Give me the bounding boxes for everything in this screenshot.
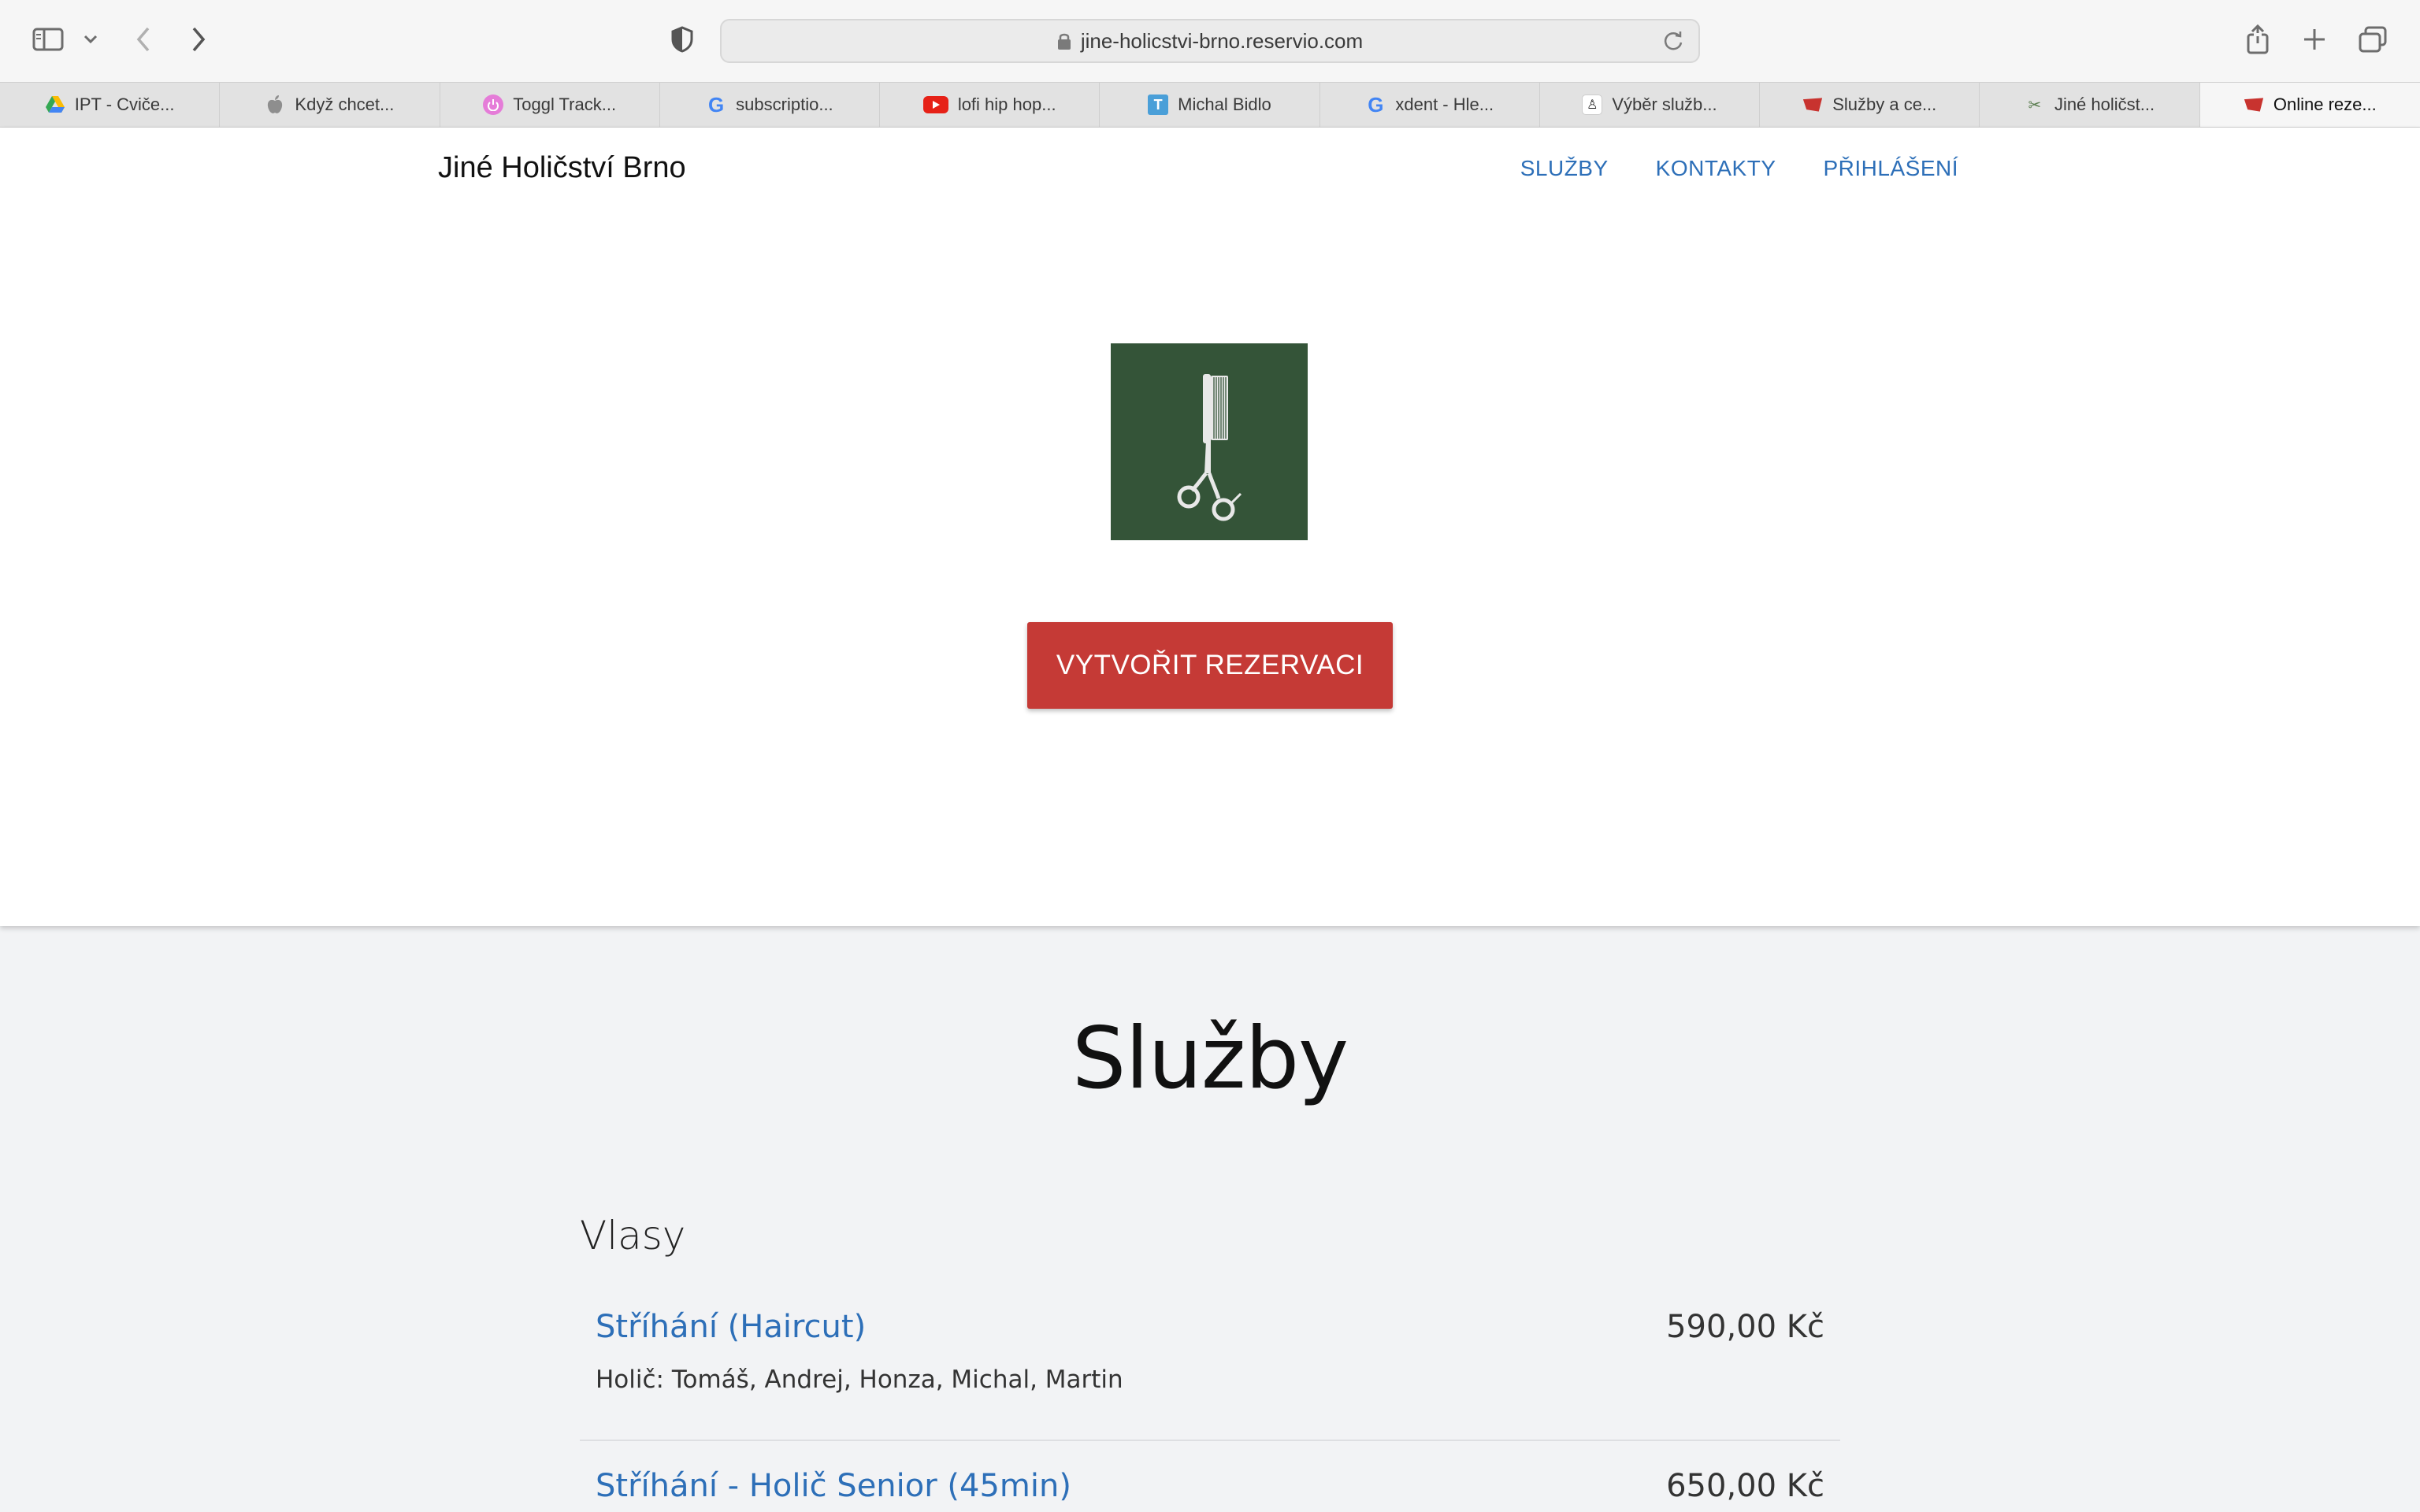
- privacy-shield-icon[interactable]: [666, 17, 698, 61]
- tab-10[interactable]: ✂ Jiné holičst...: [1980, 83, 2200, 127]
- tab-11-active[interactable]: Online reze...: [2199, 83, 2420, 127]
- barbershop-logo: [1111, 343, 1308, 540]
- tab-7[interactable]: G xdent - Hle...: [1320, 83, 1540, 127]
- toggl-icon: [483, 94, 504, 115]
- tab-overview-icon[interactable]: [2355, 17, 2390, 61]
- youtube-icon: [922, 96, 948, 113]
- service-divider: [580, 1440, 1840, 1441]
- tab-label: Michal Bidlo: [1178, 94, 1271, 114]
- tab-6[interactable]: T Michal Bidlo: [1100, 83, 1320, 127]
- service-name[interactable]: Stříhání - Holič Senior (45min): [596, 1468, 1071, 1504]
- create-reservation-button[interactable]: VYTVOŘIT REZERVACI: [1027, 622, 1393, 709]
- back-icon[interactable]: [128, 17, 159, 61]
- tab-label: subscriptio...: [736, 94, 833, 114]
- tab-label: Služby a ce...: [1832, 94, 1937, 114]
- tab-label: Jiné holičst...: [2054, 94, 2155, 114]
- chevron-down-icon[interactable]: [79, 17, 102, 61]
- tab-label: Online reze...: [2273, 94, 2377, 114]
- reservio-icon: [2244, 94, 2264, 115]
- category-heading: Vlasy: [580, 1213, 686, 1258]
- tab-label: lofi hip hop...: [957, 94, 1056, 114]
- address-bar[interactable]: jine-holicstvi-brno.reservio.com: [720, 19, 1700, 63]
- tab-label: Výběr služb...: [1612, 94, 1717, 114]
- browser-toolbar: jine-holicstvi-brno.reservio.com: [0, 0, 2420, 82]
- tab-label: Toggl Track...: [513, 94, 617, 114]
- page-content: Jiné Holičství Brno SLUŽBY KONTAKTY PŘIH…: [0, 128, 2420, 1512]
- tab-1[interactable]: IPT - Cviče...: [0, 83, 221, 127]
- nav-contacts[interactable]: KONTAKTY: [1656, 156, 1776, 181]
- reservio-icon: [1802, 94, 1823, 115]
- google-icon: G: [1368, 92, 1384, 117]
- nav-services[interactable]: SLUŽBY: [1520, 156, 1609, 181]
- sidebar-toggle-icon[interactable]: [28, 17, 68, 61]
- google-drive-icon: [45, 94, 65, 115]
- apple-icon: [265, 94, 285, 115]
- tab-9[interactable]: Služby a ce...: [1760, 83, 1980, 127]
- tab-3[interactable]: Toggl Track...: [440, 83, 660, 127]
- tab-label: IPT - Cviče...: [74, 94, 175, 114]
- main-nav: SLUŽBY KONTAKTY PŘIHLÁŠENÍ: [1520, 156, 1958, 181]
- barber-icon: ♙: [1582, 94, 1603, 115]
- tab-4[interactable]: G subscriptio...: [660, 83, 881, 127]
- t-icon: T: [1148, 94, 1169, 115]
- service-price: 650,00 Kč: [1666, 1468, 1824, 1504]
- hero-section: Jiné Holičství Brno SLUŽBY KONTAKTY PŘIH…: [0, 128, 2420, 926]
- comb-scissors-icon: [1177, 374, 1242, 521]
- tab-label: xdent - Hle...: [1395, 94, 1494, 114]
- url-text: jine-holicstvi-brno.reservio.com: [1080, 28, 1364, 53]
- reload-icon[interactable]: [1662, 30, 1684, 52]
- lock-icon: [1057, 32, 1071, 50]
- scissors-icon: ✂: [2028, 96, 2042, 114]
- google-icon: G: [708, 92, 725, 117]
- service-name[interactable]: Stříhání (Haircut): [596, 1309, 866, 1345]
- brand-name[interactable]: Jiné Holičství Brno: [438, 151, 686, 185]
- new-tab-icon[interactable]: [2299, 17, 2330, 61]
- service-price: 590,00 Kč: [1666, 1309, 1824, 1345]
- tab-8[interactable]: ♙ Výběr služb...: [1540, 83, 1761, 127]
- tab-bar: IPT - Cviče... Když chcet... Toggl Track…: [0, 82, 2420, 128]
- tab-5[interactable]: lofi hip hop...: [880, 83, 1101, 127]
- services-title: Služby: [1071, 1010, 1349, 1108]
- nav-login[interactable]: PŘIHLÁŠENÍ: [1824, 156, 1959, 181]
- service-barbers: Holič: Tomáš, Andrej, Honza, Michal, Mar…: [596, 1366, 1123, 1394]
- tab-label: Když chcet...: [295, 94, 395, 114]
- forward-icon[interactable]: [183, 17, 214, 61]
- tab-2[interactable]: Když chcet...: [220, 83, 440, 127]
- share-icon[interactable]: [2242, 17, 2273, 61]
